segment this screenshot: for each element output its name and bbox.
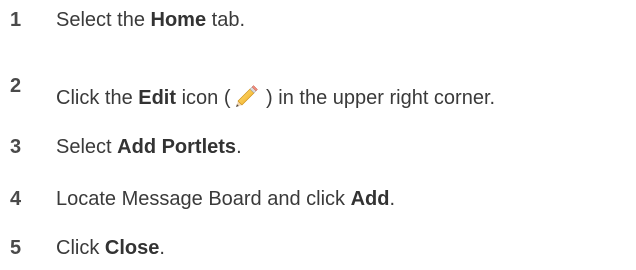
step-number: 1 (10, 9, 22, 31)
step-number: 2 (10, 75, 22, 97)
step-text-bold: Close (104, 237, 160, 259)
step-text-bold: Edit (138, 87, 177, 109)
step-text-before: Select (56, 136, 118, 158)
step-number: 4 (10, 188, 22, 210)
pencil-icon (235, 85, 258, 107)
step-text-after: . (159, 237, 165, 259)
step-text-before: Locate Message Board and click (56, 188, 351, 210)
step-text-bold: Home (150, 9, 207, 31)
step-text-before: Select the (56, 9, 151, 31)
step-text-after: . (389, 188, 396, 210)
step-text-after: . (236, 136, 242, 158)
step-text: Select Add Portlets. (56, 135, 242, 159)
step-text-before: Click (56, 237, 105, 259)
step-text-before: Click the (56, 87, 139, 109)
step-number: 3 (10, 136, 22, 158)
step-text: Click the Edit icon ( ) in the upper rig… (56, 84, 495, 110)
step-text: Locate Message Board and click Add. (56, 187, 395, 211)
step-text-after: ) in the upper right corner. (260, 87, 496, 109)
step-text-bold: Add Portlets (117, 136, 237, 158)
step-text-bold: Add (350, 188, 390, 210)
step-number: 5 (10, 237, 22, 259)
step-text-middle: icon ( (176, 87, 231, 109)
step-text: Click Close. (56, 236, 165, 260)
step-text-after: tab. (206, 9, 246, 31)
step-text: Select the Home tab. (56, 8, 245, 32)
